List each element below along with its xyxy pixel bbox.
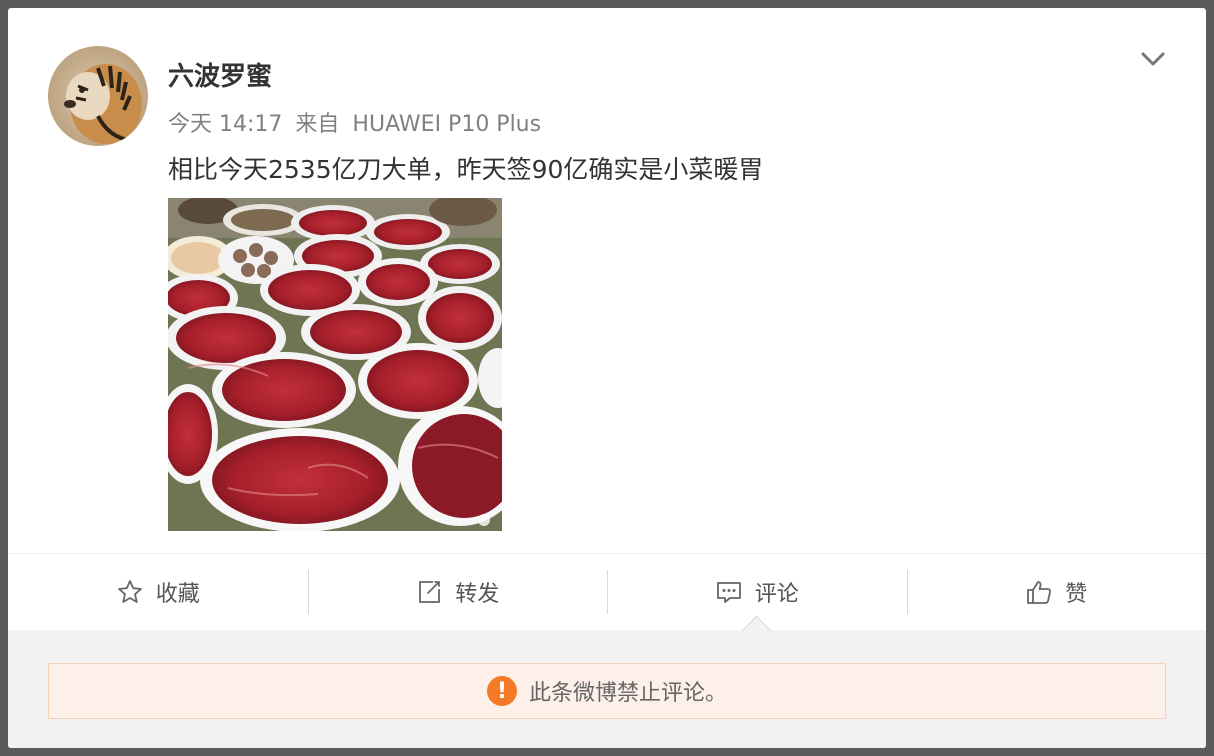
avatar[interactable]: [48, 46, 148, 146]
post-time[interactable]: 今天 14:17: [168, 112, 282, 137]
repost-label: 转发: [455, 582, 500, 607]
weibo-post-card: 六波罗蜜 今天 14:17 来自 HUAWEI P10 Plus 相比今天253…: [8, 8, 1206, 748]
comment-icon: [716, 582, 741, 603]
post-text: 相比今天2535亿刀大单，昨天签90亿确实是小菜暖胃: [168, 155, 764, 184]
warning-glyph: !: [496, 678, 507, 704]
thumbs-up-icon: [1027, 581, 1052, 604]
post-meta: 今天 14:17 来自 HUAWEI P10 Plus: [168, 106, 547, 138]
source-prefix: 来自: [295, 112, 340, 137]
repost-button[interactable]: 转发: [307, 554, 608, 630]
chevron-down-icon[interactable]: [1138, 44, 1168, 74]
comment-area: ! 此条微博禁止评论。: [8, 630, 1206, 748]
like-label: 赞: [1065, 582, 1088, 607]
warning-icon: !: [486, 676, 517, 706]
star-icon: [117, 580, 142, 603]
author-name[interactable]: 六波罗蜜: [168, 56, 272, 93]
post-source[interactable]: HUAWEI P10 Plus: [352, 112, 541, 137]
tiger-avatar-icon: [48, 46, 148, 146]
favorite-label: 收藏: [155, 582, 200, 607]
notice-text: 此条微博禁止评论。: [528, 681, 727, 706]
comments-disabled-notice: ! 此条微博禁止评论。: [48, 663, 1166, 719]
favorite-button[interactable]: 收藏: [8, 554, 308, 630]
comment-label: 评论: [754, 582, 799, 607]
meat-plates-image: [168, 198, 502, 531]
post-image[interactable]: [168, 198, 502, 531]
action-bar: 收藏 转发 评论 赞: [8, 553, 1206, 631]
like-button[interactable]: 赞: [906, 554, 1207, 630]
share-icon: [419, 581, 441, 603]
